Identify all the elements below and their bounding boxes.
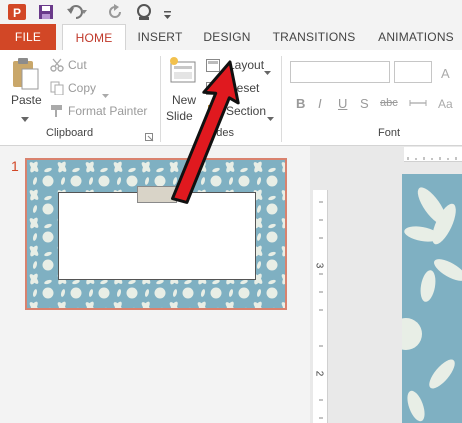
redo-icon[interactable] — [108, 4, 124, 20]
slide-canvas[interactable] — [402, 174, 462, 423]
format-painter-button[interactable]: Format Painter — [68, 104, 147, 118]
change-case-icon[interactable]: Aa — [438, 96, 458, 111]
format-painter-icon[interactable] — [50, 104, 64, 118]
copy-button[interactable]: Copy — [68, 81, 96, 95]
svg-text:A: A — [441, 66, 450, 80]
leaf-pattern-large — [402, 174, 462, 423]
ruler-label-2: 2 — [313, 370, 325, 377]
bold-button[interactable]: B — [296, 96, 305, 111]
cut-icon[interactable] — [50, 58, 64, 72]
italic-button[interactable]: I — [318, 96, 322, 111]
font-size-field[interactable] — [394, 61, 432, 83]
copy-icon[interactable] — [50, 81, 64, 96]
copy-dropdown-icon[interactable] — [102, 86, 109, 98]
layout-dropdown-icon[interactable] — [264, 63, 271, 75]
font-group-label: Font — [378, 127, 401, 139]
increase-font-size-icon[interactable]: A — [440, 64, 456, 81]
paste-icon[interactable] — [10, 57, 40, 91]
clipboard-group-label: Clipboard — [46, 127, 94, 139]
svg-text:Aa: Aa — [438, 97, 453, 110]
tab-animations[interactable]: ANIMATIONS — [370, 24, 462, 50]
save-icon[interactable] — [38, 4, 54, 20]
red-arrow-annotation — [171, 60, 240, 204]
tab-file[interactable]: FILE — [0, 24, 56, 50]
undo-icon[interactable] — [66, 4, 88, 20]
character-spacing-icon[interactable] — [408, 96, 428, 110]
group-divider — [281, 56, 282, 142]
cut-button[interactable]: Cut — [68, 58, 87, 72]
tab-home[interactable]: HOME — [62, 24, 126, 52]
horizontal-ruler — [404, 147, 462, 162]
underline-button[interactable]: U — [338, 96, 347, 111]
paste-dropdown-icon[interactable] — [21, 110, 29, 122]
vertical-ruler: 3 2 — [313, 190, 328, 423]
ruler-label-3: 3 — [313, 262, 325, 269]
customize-qat-icon[interactable] — [163, 7, 173, 19]
shadow-button[interactable]: S — [360, 96, 369, 111]
paste-button[interactable]: Paste — [11, 93, 42, 107]
section-dropdown-icon[interactable] — [267, 109, 274, 121]
tab-transitions[interactable]: TRANSITIONS — [266, 24, 362, 50]
slide-number: 1 — [11, 158, 19, 174]
start-from-beginning-icon[interactable] — [136, 3, 156, 21]
strikethrough-button[interactable]: abc — [380, 97, 398, 109]
svg-text:P: P — [13, 6, 21, 20]
font-name-field[interactable] — [290, 61, 390, 83]
powerpoint-logo-icon: P — [8, 3, 26, 21]
quick-access-toolbar: P — [0, 0, 462, 24]
